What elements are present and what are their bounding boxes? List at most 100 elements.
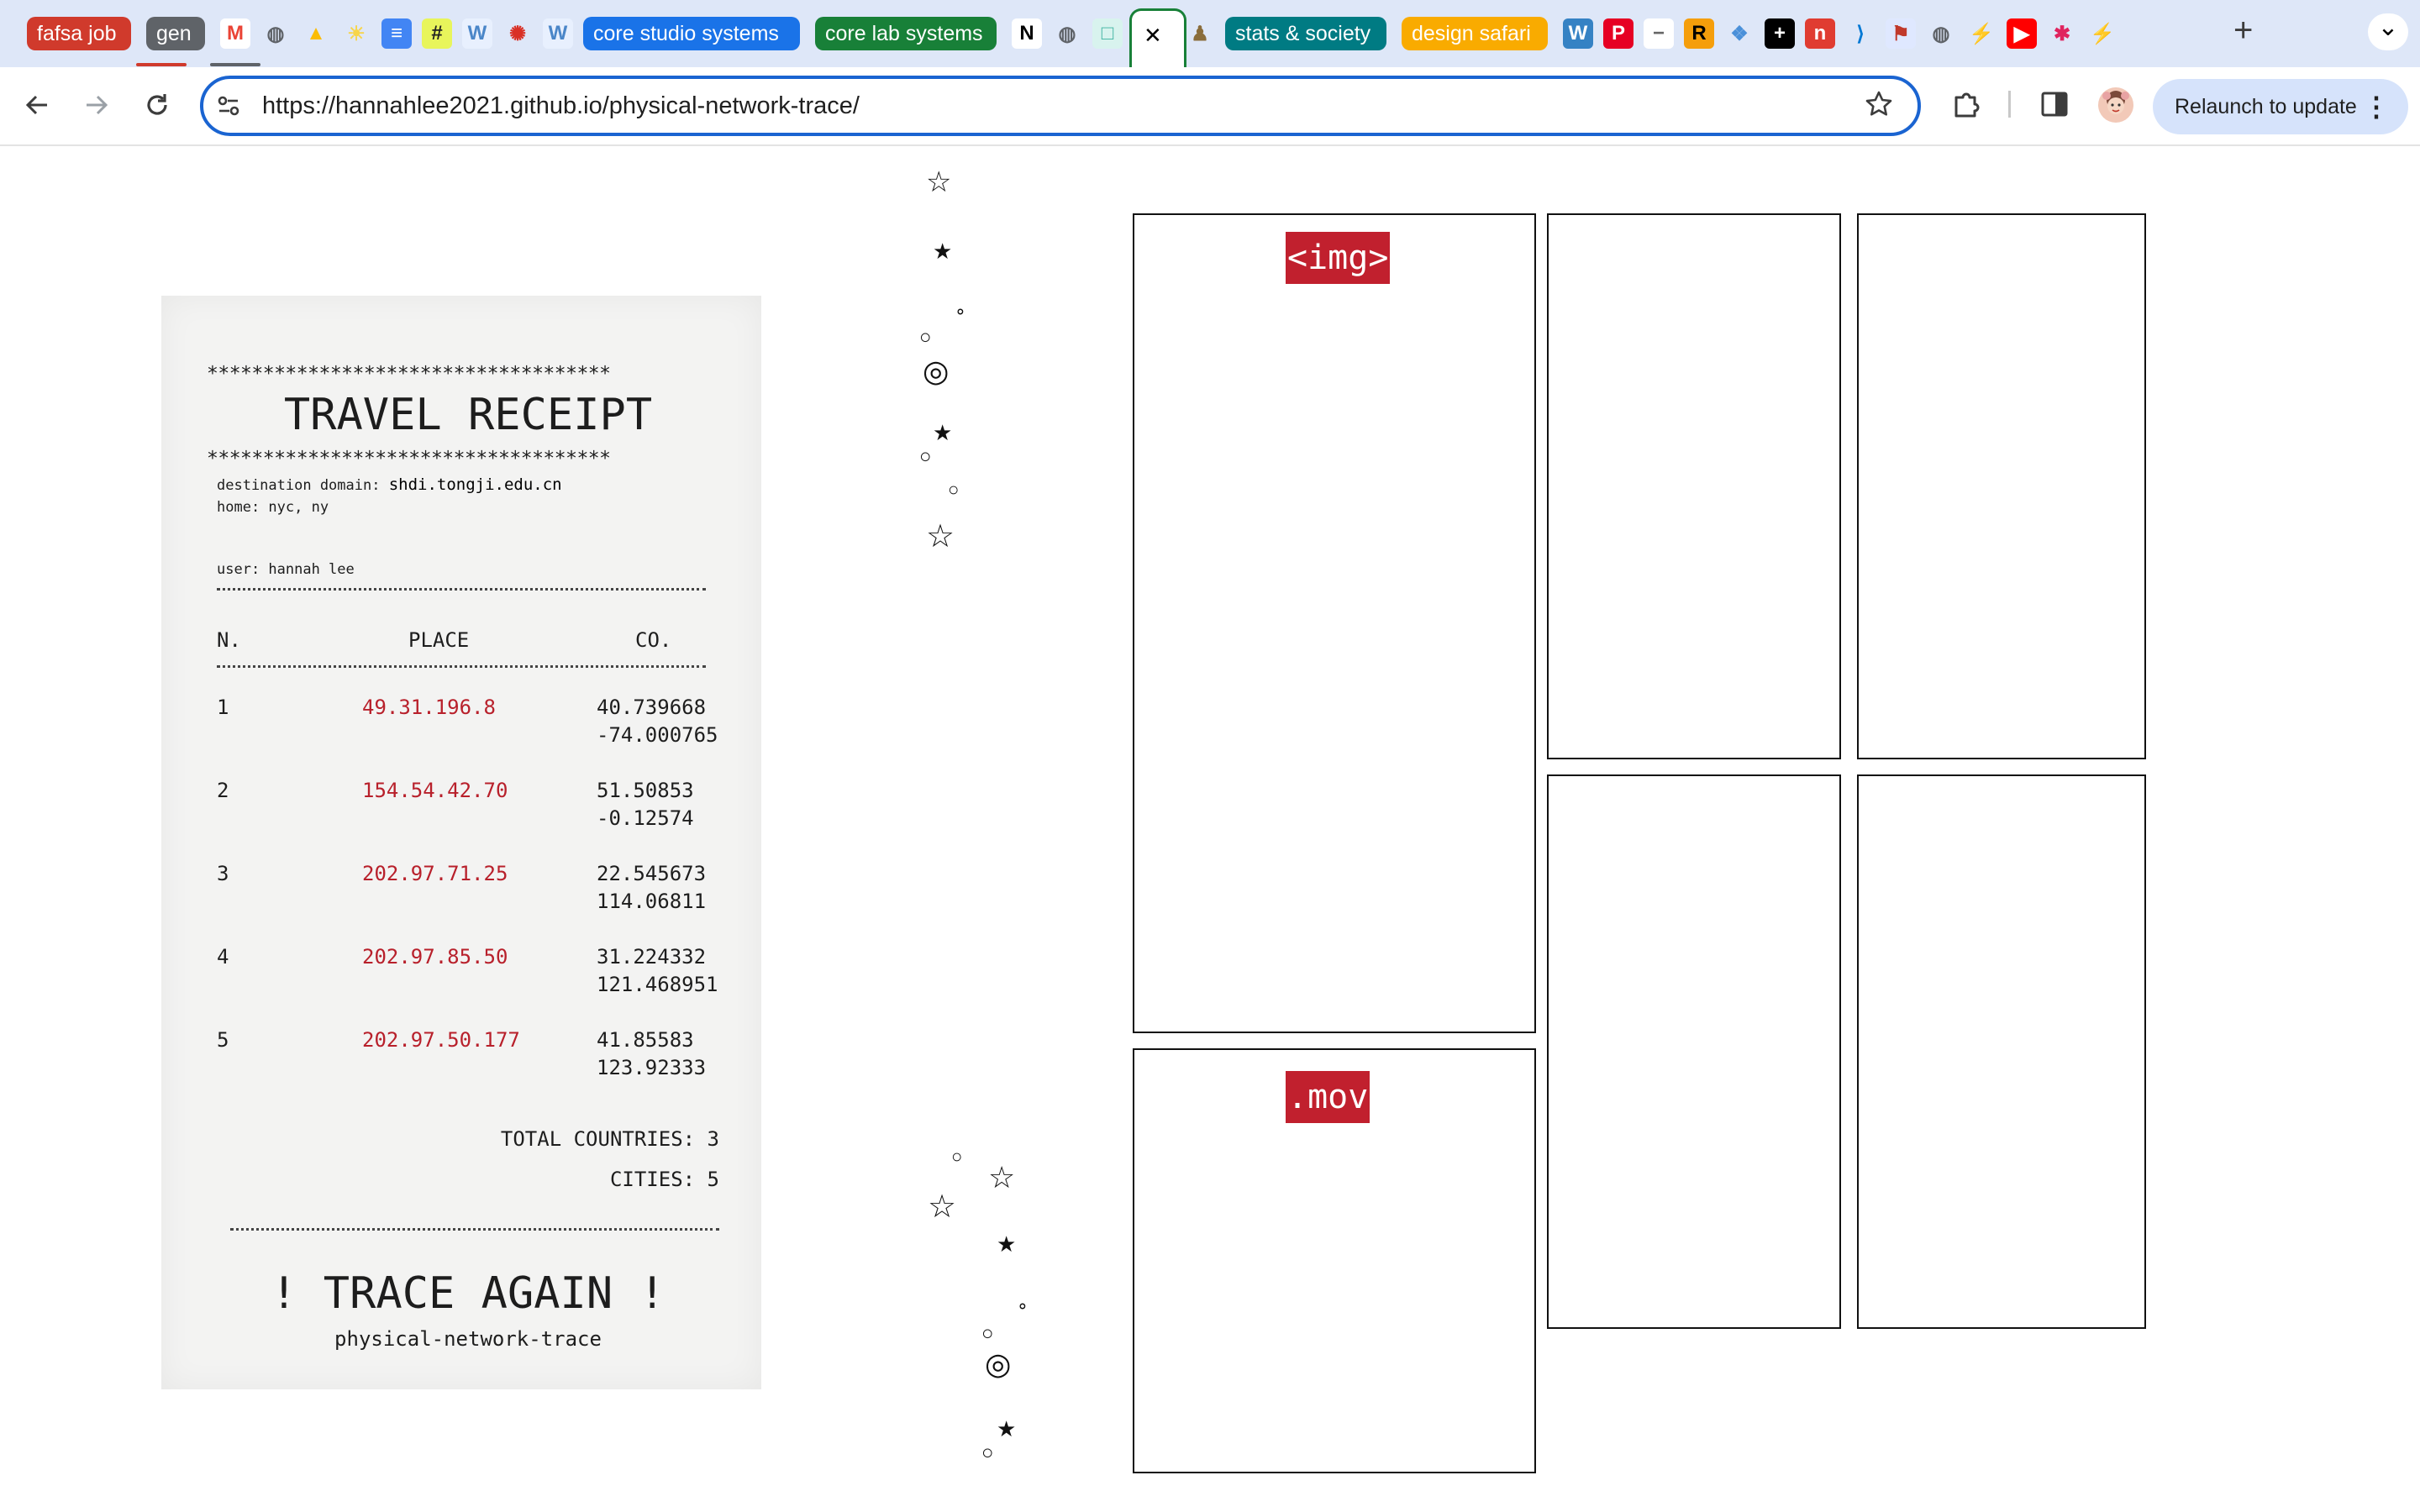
circle-icon: ○: [948, 479, 960, 500]
more-menu-icon[interactable]: ⋮: [2363, 79, 2390, 134]
asterisk-icon[interactable]: ✱: [2047, 18, 2077, 49]
circle-small-icon: ∘: [955, 301, 966, 322]
pinterest-icon[interactable]: P: [1603, 18, 1634, 49]
row-ip-address[interactable]: 154.54.42.70: [362, 779, 508, 802]
gmail-icon[interactable]: M: [220, 18, 250, 49]
row-latitude: 41.85583: [597, 1028, 694, 1052]
n-red-icon[interactable]: n: [1805, 18, 1835, 49]
spiral-icon: ◎: [985, 1347, 1012, 1381]
total-countries: TOTAL COUNTRIES: 3: [500, 1127, 719, 1151]
image-frame[interactable]: [1547, 213, 1841, 759]
receipt-stars-top: ************************************: [207, 363, 611, 385]
receipt-title: TRAVEL RECEIPT: [283, 390, 653, 440]
row-longitude: 114.06811: [597, 890, 707, 913]
image-frame[interactable]: [1547, 774, 1841, 1329]
cities-count: CITIES: 5: [609, 1168, 719, 1191]
image-frame-large[interactable]: [1133, 213, 1536, 1033]
wheel-icon[interactable]: ✺: [502, 18, 533, 49]
bolt-icon[interactable]: ⚡: [2087, 18, 2118, 49]
youtube-icon[interactable]: ▶: [2007, 18, 2037, 49]
row-longitude: -74.000765: [597, 723, 718, 747]
active-tab[interactable]: ✕: [1129, 8, 1186, 70]
image-frame[interactable]: [1857, 774, 2146, 1329]
receipt-stars-bottom: ************************************: [207, 448, 611, 470]
figure-icon[interactable]: ♟: [1185, 18, 1215, 49]
row-number: 2: [217, 779, 229, 802]
bolt-icon[interactable]: ⚡: [1966, 18, 1996, 49]
flag-icon[interactable]: ⚑: [1886, 18, 1916, 49]
tab-group-core-lab-systems[interactable]: core lab systems: [815, 17, 997, 50]
reload-icon: [147, 94, 167, 115]
image-frame[interactable]: [1857, 213, 2146, 759]
img-tag: <img>: [1286, 232, 1391, 284]
globe-icon[interactable]: ◍: [260, 18, 291, 49]
toolbar-divider: [2008, 91, 2011, 118]
row-ip-address[interactable]: 202.97.71.25: [362, 862, 508, 885]
receipt-footer: physical-network-trace: [334, 1327, 602, 1351]
circle-icon: ○: [919, 445, 932, 468]
row-longitude: 123.92333: [597, 1056, 707, 1079]
notion-icon[interactable]: N: [1012, 18, 1042, 49]
avatar-face-icon: [2102, 91, 2129, 114]
site-info-icon[interactable]: [215, 92, 242, 123]
row-latitude: 31.224332: [597, 945, 707, 969]
row-ip-address[interactable]: 202.97.50.177: [362, 1028, 520, 1052]
close-icon[interactable]: ✕: [1144, 23, 1162, 49]
extensions-puzzle-icon[interactable]: [1949, 87, 1983, 125]
drive-icon[interactable]: ▲: [301, 18, 331, 49]
wordpress-icon[interactable]: W: [1563, 18, 1593, 49]
frame-icon[interactable]: □: [1092, 18, 1123, 49]
tab-search-button[interactable]: ⌄: [2368, 13, 2408, 50]
column-co: CO.: [635, 628, 672, 652]
tab-group-design-safari[interactable]: design safari: [1402, 17, 1548, 50]
column-place: PLACE: [408, 628, 470, 652]
minus-icon[interactable]: −: [1644, 18, 1674, 49]
row-number: 1: [217, 696, 229, 719]
tab-group-gen[interactable]: gen: [146, 17, 205, 50]
reload-button[interactable]: [137, 85, 177, 125]
circle-icon: ○: [951, 1146, 963, 1167]
hash-icon[interactable]: #: [422, 18, 452, 49]
receipt-divider: [230, 1228, 719, 1231]
side-panel-icon[interactable]: [2040, 91, 2069, 122]
back-button[interactable]: [17, 85, 57, 125]
row-latitude: 40.739668: [597, 696, 707, 719]
bookmark-star-icon[interactable]: [1864, 89, 1894, 123]
globe-icon[interactable]: ◍: [1926, 18, 1956, 49]
w-icon[interactable]: W: [543, 18, 573, 49]
row-ip-address[interactable]: 49.31.196.8: [362, 696, 496, 719]
w-icon[interactable]: W: [462, 18, 492, 49]
star-outline-icon: ☆: [988, 1160, 1016, 1194]
relaunch-button[interactable]: Relaunch to update ⋮: [2153, 79, 2408, 134]
gem-icon[interactable]: ❖: [1724, 18, 1754, 49]
row-longitude: 121.468951: [597, 973, 718, 996]
home-line: home: nyc, ny: [217, 499, 329, 516]
user-line: user: hannah lee: [217, 561, 355, 578]
star-small-icon: ★: [997, 1231, 1017, 1257]
row-ip-address[interactable]: 202.97.85.50: [362, 945, 508, 969]
star-small-icon: ★: [933, 239, 953, 264]
tab-group-stats-society[interactable]: stats & society: [1225, 17, 1386, 50]
star-small-icon: ★: [997, 1416, 1017, 1441]
tab-group-core-studio-systems[interactable]: core studio systems: [583, 17, 800, 50]
url-text[interactable]: https://hannahlee2021.github.io/physical…: [262, 89, 860, 123]
sun-icon[interactable]: ☀: [341, 18, 371, 49]
tab-group-fafsa-job[interactable]: fafsa job: [27, 17, 131, 50]
docs-icon[interactable]: ≡: [381, 18, 412, 49]
tab-group-underline: [136, 63, 187, 66]
star-small-icon: ★: [933, 420, 953, 445]
trace-again-button[interactable]: ! TRACE AGAIN !: [161, 1268, 775, 1319]
profile-avatar[interactable]: [2098, 87, 2133, 123]
receipt-divider: [217, 665, 706, 668]
star-outline-icon: ☆: [926, 166, 952, 198]
vscode-icon[interactable]: ⟩: [1845, 18, 1876, 49]
plus-box-icon[interactable]: +: [1765, 18, 1795, 49]
r-icon[interactable]: R: [1684, 18, 1714, 49]
mov-tag: .mov: [1286, 1071, 1370, 1123]
circle-small-icon: ∘: [1017, 1295, 1028, 1316]
globe-icon[interactable]: ◍: [1052, 18, 1082, 49]
forward-button[interactable]: [76, 85, 117, 125]
back-arrow-icon: [25, 95, 47, 115]
new-tab-button[interactable]: +: [2233, 12, 2253, 50]
star-outline-icon: ☆: [928, 1189, 957, 1225]
